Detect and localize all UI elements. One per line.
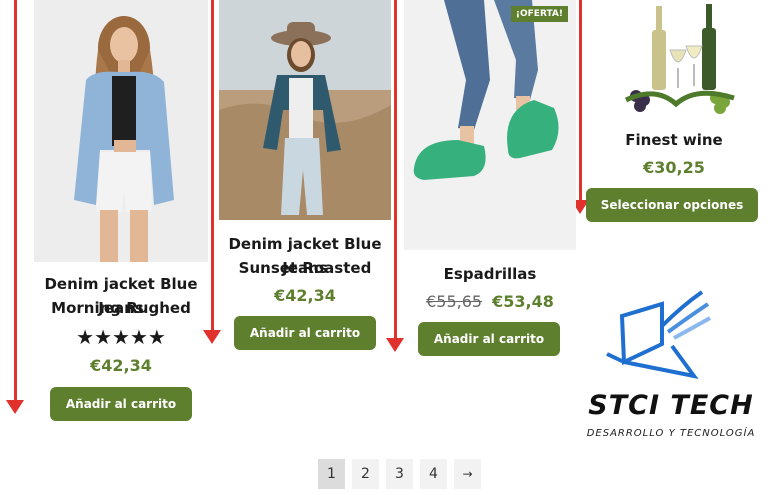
product-title-line2[interactable]: Sunset Roasted	[213, 256, 397, 280]
page-link-2[interactable]: 2	[352, 459, 379, 489]
pagination: 1 2 3 4 →	[318, 459, 488, 489]
product-image[interactable]: ¡OFERTA!	[404, 0, 576, 250]
product-title[interactable]: Finest wine	[588, 128, 760, 152]
old-price: €55,65	[426, 292, 483, 311]
product-card: Denim jacket Blue Jeans Sunset Roasted €…	[219, 0, 391, 355]
select-options-button[interactable]: Seleccionar opciones	[586, 188, 758, 222]
add-to-cart-button[interactable]: Añadir al carrito	[234, 316, 376, 350]
product-price: €30,25	[643, 158, 705, 177]
logo-name: STCI TECH	[588, 390, 754, 421]
red-arrow-1-line	[14, 0, 17, 402]
next-page-arrow-icon[interactable]: →	[454, 459, 481, 489]
laptop-logo-icon	[606, 290, 711, 379]
product-title[interactable]: Espadrillas	[404, 262, 576, 286]
sale-badge: ¡OFERTA!	[510, 6, 568, 22]
product-price: €42,34	[90, 356, 152, 375]
rating-stars: ★★★★★	[76, 325, 166, 349]
product-card: Denim jacket Blue Jeans Morning Rughed ★…	[34, 0, 208, 425]
logo: STCI TECH DESARROLLO Y TECNOLOGÍA	[578, 286, 764, 446]
page-link-3[interactable]: 3	[386, 459, 413, 489]
product-image[interactable]	[616, 0, 740, 118]
red-arrow-3-line	[394, 0, 397, 338]
page-link-1[interactable]: 1	[318, 459, 345, 489]
page-link-4[interactable]: 4	[420, 459, 447, 489]
product-image[interactable]	[219, 0, 391, 220]
red-arrow-4-line	[579, 0, 582, 200]
product-card: ¡OFERTA! Espadrillas €55,65 €53,48 Añadir…	[404, 0, 576, 360]
product-price-block: €55,65 €53,48	[404, 292, 576, 311]
sale-price: €53,48	[492, 292, 554, 311]
logo-tagline: DESARROLLO Y TECNOLOGÍA	[586, 428, 756, 439]
red-arrow-1-head	[6, 400, 24, 414]
product-price: €42,34	[274, 286, 336, 305]
product-title-line2[interactable]: Morning Rughed	[28, 296, 214, 320]
add-to-cart-button[interactable]: Añadir al carrito	[418, 322, 560, 356]
add-to-cart-button[interactable]: Añadir al carrito	[50, 387, 192, 421]
product-image[interactable]	[34, 0, 208, 262]
product-card: Finest wine €30,25 Seleccionar opciones	[586, 0, 760, 225]
